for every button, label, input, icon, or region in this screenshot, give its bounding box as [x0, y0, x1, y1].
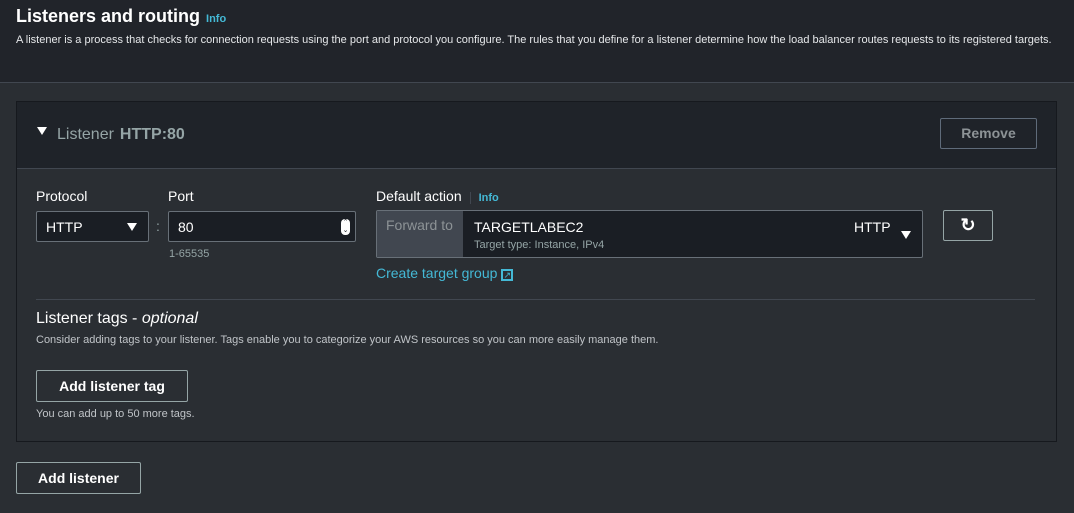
protocol-select[interactable]: HTTP [36, 211, 149, 242]
target-type: Target type: Instance, IPv4 [474, 239, 605, 251]
add-listener-tag-button[interactable]: Add listener tag [36, 370, 188, 402]
target-group-name: TARGETLABEC2 [474, 219, 584, 235]
default-action-label: Default action Info [376, 188, 499, 204]
section-header: Listeners and routing Info A listener is … [0, 0, 1074, 83]
target-protocol: HTTP [854, 219, 891, 235]
refresh-button[interactable]: ↻ [943, 210, 993, 241]
caret-down-icon[interactable] [37, 127, 47, 135]
info-link[interactable]: Info [206, 13, 226, 25]
port-hint: 1-65535 [169, 248, 210, 260]
listener-header[interactable]: Listener HTTP:80 Remove [17, 102, 1056, 169]
forward-to-label: Forward to [377, 211, 463, 257]
tags-hint: You can add up to 50 more tags. [36, 408, 195, 420]
listener-tags-title: Listener tags - optional [36, 310, 198, 327]
remove-button[interactable]: Remove [940, 118, 1037, 149]
port-label: Port [168, 188, 194, 204]
create-target-group-link[interactable]: Create target group ↗ [376, 265, 514, 281]
chevron-down-icon [901, 231, 911, 239]
port-input[interactable]: 80 ⌃ ⌄ [168, 211, 356, 242]
divider [36, 299, 1035, 300]
section-title: Listeners and routing Info [16, 6, 227, 26]
external-link-icon: ↗ [501, 269, 514, 281]
refresh-icon: ↻ [960, 215, 976, 235]
protocol-label: Protocol [36, 188, 88, 204]
chevron-down-icon [127, 223, 137, 231]
default-action-select[interactable]: Forward to TARGETLABEC2 Target type: Ins… [376, 210, 923, 258]
separator: : [156, 218, 160, 234]
section-description: A listener is a process that checks for … [16, 34, 1052, 46]
add-listener-button[interactable]: Add listener [16, 462, 141, 494]
info-link[interactable]: Info [469, 192, 499, 204]
stepper-icon[interactable]: ⌃ ⌄ [341, 219, 350, 235]
listener-panel: Listener HTTP:80 Remove Protocol HTTP : P… [16, 101, 1057, 442]
listener-tags-description: Consider adding tags to your listener. T… [36, 334, 659, 346]
listener-title: Listener HTTP:80 [57, 126, 185, 143]
